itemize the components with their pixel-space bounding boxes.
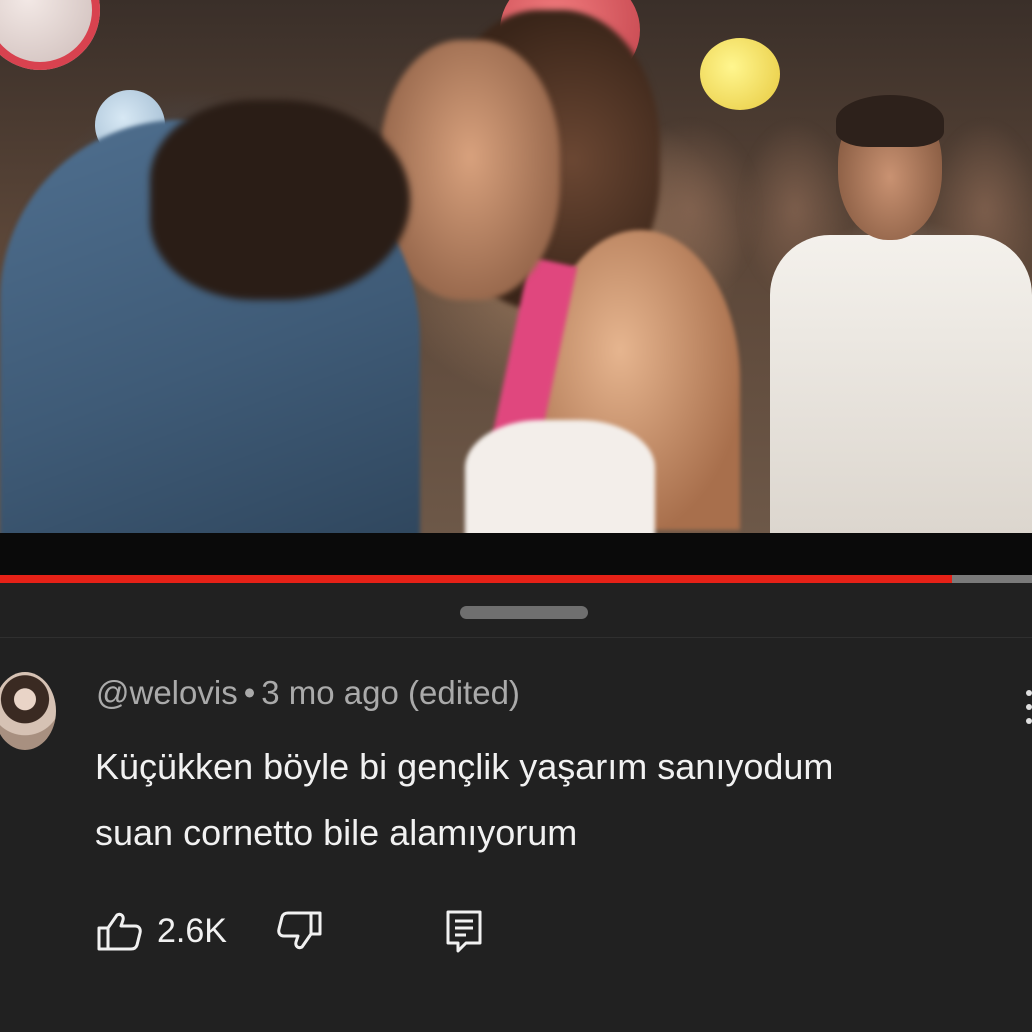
like-count: 2.6K <box>157 911 227 950</box>
comment-meta: @welovis • 3 mo ago (edited) <box>96 674 520 712</box>
balloon-yellow <box>700 38 780 110</box>
man-right-hair <box>836 95 944 147</box>
balloon-white <box>0 0 100 70</box>
video-player[interactable] <box>0 0 1032 533</box>
thumbs-up-icon <box>97 912 142 951</box>
video-progress-played <box>0 575 952 583</box>
panel-drag-handle[interactable] <box>460 606 588 619</box>
man-denim-shirt <box>0 100 420 533</box>
meta-separator: • <box>243 674 256 711</box>
woman-face <box>380 40 560 300</box>
reply-icon <box>446 910 482 953</box>
woman-white-top <box>465 420 655 533</box>
more-options-icon[interactable] <box>1024 690 1032 734</box>
comment-body: Küçükken böyle bi gençlik yaşarım sanıyo… <box>95 734 1025 866</box>
avatar[interactable] <box>0 672 56 750</box>
man-white-shirt <box>770 235 1032 533</box>
comment-author[interactable]: @welovis <box>96 674 238 711</box>
thumbs-down-icon <box>277 911 322 950</box>
panel-divider <box>0 637 1032 638</box>
video-progress-bar[interactable] <box>0 575 1032 583</box>
reply-button[interactable] <box>444 906 488 956</box>
comment-time: 3 mo ago (edited) <box>261 674 520 711</box>
dislike-button[interactable] <box>276 906 330 956</box>
comment-text-line-1: Küçükken böyle bi gençlik yaşarım sanıyo… <box>95 746 834 787</box>
video-bottom-bar <box>0 533 1032 575</box>
man-hair-left <box>150 100 410 300</box>
like-button[interactable]: 2.6K <box>95 906 227 956</box>
comment-text-line-2: suan cornetto bile alamıyorum <box>95 812 578 853</box>
